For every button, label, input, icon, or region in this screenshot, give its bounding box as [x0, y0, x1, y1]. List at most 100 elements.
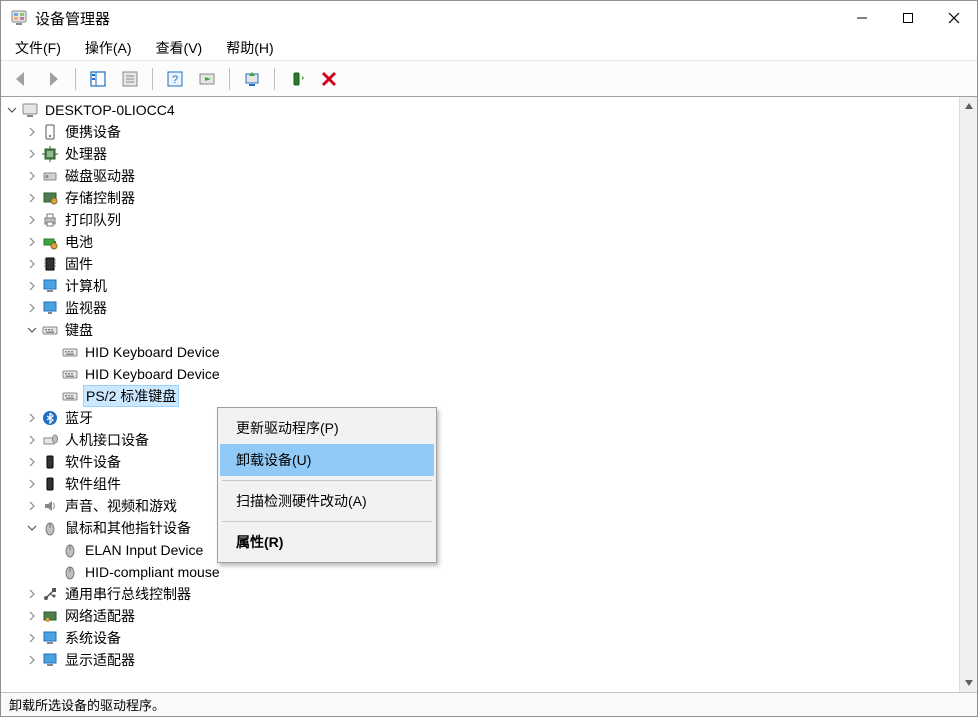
- expand-icon[interactable]: [25, 411, 39, 425]
- category-computer[interactable]: 计算机: [25, 275, 959, 297]
- expand-icon[interactable]: [25, 213, 39, 227]
- expand-icon[interactable]: [25, 631, 39, 645]
- forward-button[interactable]: [39, 65, 67, 93]
- toolbar-separator: [229, 68, 230, 90]
- collapse-icon[interactable]: [25, 521, 39, 535]
- menu-action[interactable]: 操作(A): [77, 36, 140, 60]
- tree-root[interactable]: DESKTOP-0LIOCC4: [5, 99, 959, 121]
- category-sound[interactable]: 声音、视频和游戏: [25, 495, 959, 517]
- category-storage[interactable]: 存储控制器: [25, 187, 959, 209]
- usb-icon: [41, 585, 59, 603]
- category-disk[interactable]: 磁盘驱动器: [25, 165, 959, 187]
- menu-view[interactable]: 查看(V): [148, 36, 211, 60]
- category-battery[interactable]: 电池: [25, 231, 959, 253]
- expand-icon[interactable]: [25, 477, 39, 491]
- category-monitor[interactable]: 监视器: [25, 297, 959, 319]
- ctx-separator: [222, 521, 432, 522]
- help-button[interactable]: ?: [161, 65, 189, 93]
- expand-icon[interactable]: [25, 279, 39, 293]
- category-software-device[interactable]: 软件设备: [25, 451, 959, 473]
- device-elan-input[interactable]: ELAN Input Device: [45, 539, 959, 561]
- expand-icon[interactable]: [25, 125, 39, 139]
- category-system[interactable]: 系统设备: [25, 627, 959, 649]
- tree-root-label: DESKTOP-0LIOCC4: [43, 102, 177, 118]
- keyboard-icon: [41, 321, 59, 339]
- expand-icon[interactable]: [25, 147, 39, 161]
- expand-icon[interactable]: [25, 653, 39, 667]
- expand-icon[interactable]: [25, 301, 39, 315]
- close-button[interactable]: [931, 1, 977, 35]
- vertical-scrollbar[interactable]: [959, 97, 977, 692]
- expand-icon[interactable]: [25, 455, 39, 469]
- ctx-scan-hardware[interactable]: 扫描检测硬件改动(A): [220, 485, 434, 517]
- statusbar: 卸载所选设备的驱动程序。: [1, 692, 977, 716]
- expand-icon[interactable]: [25, 169, 39, 183]
- category-cpu[interactable]: 处理器: [25, 143, 959, 165]
- scan-hardware-button[interactable]: [193, 65, 221, 93]
- device-hid-keyboard-1[interactable]: HID Keyboard Device: [45, 341, 959, 363]
- expand-icon[interactable]: [25, 609, 39, 623]
- disk-icon: [41, 167, 59, 185]
- expand-icon[interactable]: [25, 587, 39, 601]
- computer-icon: [41, 277, 59, 295]
- show-hide-tree-button[interactable]: [84, 65, 112, 93]
- keyboard-icon: [61, 365, 79, 383]
- minimize-button[interactable]: [839, 1, 885, 35]
- expand-icon[interactable]: [25, 235, 39, 249]
- expand-icon[interactable]: [25, 433, 39, 447]
- expand-icon[interactable]: [25, 499, 39, 513]
- uninstall-device-button[interactable]: [315, 65, 343, 93]
- category-network[interactable]: 网络适配器: [25, 605, 959, 627]
- ctx-update-driver[interactable]: 更新驱动程序(P): [220, 412, 434, 444]
- update-driver-button[interactable]: [238, 65, 266, 93]
- menubar: 文件(F) 操作(A) 查看(V) 帮助(H): [1, 35, 977, 61]
- category-firmware[interactable]: 固件: [25, 253, 959, 275]
- computer-root-icon: [21, 101, 39, 119]
- collapse-icon[interactable]: [5, 103, 19, 117]
- category-mouse[interactable]: 鼠标和其他指针设备: [25, 517, 959, 539]
- ctx-separator: [222, 480, 432, 481]
- cpu-icon: [41, 145, 59, 163]
- ctx-uninstall-device[interactable]: 卸载设备(U): [220, 444, 434, 476]
- category-keyboard[interactable]: 键盘: [25, 319, 959, 341]
- back-button[interactable]: [7, 65, 35, 93]
- display-adapter-icon: [41, 651, 59, 669]
- device-ps2-keyboard[interactable]: PS/2 标准键盘: [45, 385, 959, 407]
- firmware-icon: [41, 255, 59, 273]
- category-display[interactable]: 显示适配器: [25, 649, 959, 671]
- menu-file[interactable]: 文件(F): [7, 36, 69, 60]
- category-usb[interactable]: 通用串行总线控制器: [25, 583, 959, 605]
- network-icon: [41, 607, 59, 625]
- device-hid-keyboard-2[interactable]: HID Keyboard Device: [45, 363, 959, 385]
- scroll-down-button[interactable]: [960, 674, 977, 692]
- category-hid[interactable]: 人机接口设备: [25, 429, 959, 451]
- app-icon: [11, 10, 27, 26]
- software-device-icon: [41, 453, 59, 471]
- ctx-properties[interactable]: 属性(R): [220, 526, 434, 558]
- keyboard-icon: [61, 387, 79, 405]
- device-hid-mouse[interactable]: HID-compliant mouse: [45, 561, 959, 583]
- scroll-up-button[interactable]: [960, 97, 977, 115]
- toolbar-separator: [75, 68, 76, 90]
- properties-button[interactable]: [116, 65, 144, 93]
- titlebar: 设备管理器: [1, 1, 977, 35]
- expand-icon[interactable]: [25, 191, 39, 205]
- category-bluetooth[interactable]: 蓝牙: [25, 407, 959, 429]
- client-area: DESKTOP-0LIOCC4 便携设备 处理器: [1, 97, 977, 692]
- bluetooth-icon: [41, 409, 59, 427]
- enable-device-button[interactable]: [283, 65, 311, 93]
- maximize-button[interactable]: [885, 1, 931, 35]
- category-portable[interactable]: 便携设备: [25, 121, 959, 143]
- mouse-icon: [61, 563, 79, 581]
- sound-icon: [41, 497, 59, 515]
- collapse-icon[interactable]: [25, 323, 39, 337]
- system-device-icon: [41, 629, 59, 647]
- expand-icon[interactable]: [25, 257, 39, 271]
- device-tree[interactable]: DESKTOP-0LIOCC4 便携设备 处理器: [1, 97, 959, 692]
- hid-icon: [41, 431, 59, 449]
- menu-help[interactable]: 帮助(H): [218, 36, 281, 60]
- printer-icon: [41, 211, 59, 229]
- scroll-track[interactable]: [960, 115, 977, 674]
- category-printqueue[interactable]: 打印队列: [25, 209, 959, 231]
- category-software-component[interactable]: 软件组件: [25, 473, 959, 495]
